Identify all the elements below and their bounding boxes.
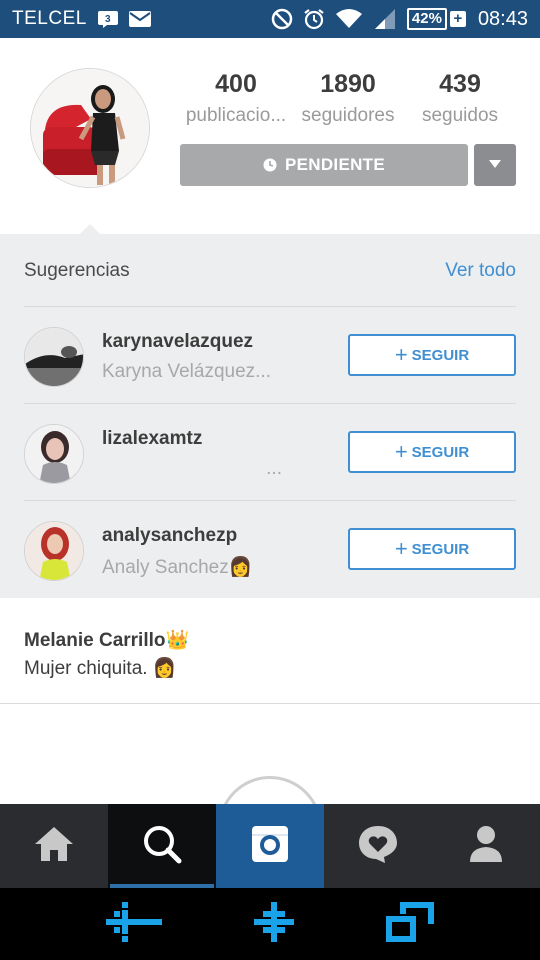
- system-navigation-bar: [0, 888, 540, 960]
- bio-name: Melanie Carrillo👑: [24, 630, 190, 651]
- stat-following-label: seguidos: [421, 105, 499, 126]
- alarm-icon: [303, 8, 325, 30]
- tab-activity[interactable]: [324, 804, 432, 888]
- stat-followers-count: 1890: [320, 70, 376, 98]
- status-bar: TELCEL 3 42% + 08:43: [0, 0, 540, 38]
- suggestion-fullname: ...: [266, 458, 282, 479]
- plus-icon: +: [394, 536, 408, 561]
- stat-posts-count: 400: [215, 70, 257, 98]
- stat-following[interactable]: 439 seguidos: [404, 70, 516, 127]
- tab-search[interactable]: [108, 804, 216, 888]
- follow-button[interactable]: + SEGUIR: [348, 528, 516, 570]
- profile-header: 400 publicacio... 1890 seguidores 439 se…: [0, 38, 540, 234]
- charging-icon: +: [449, 11, 466, 27]
- bio-text: Mujer chiquita. 👩: [24, 658, 177, 679]
- suggestion-avatar[interactable]: [24, 424, 84, 484]
- suggestions-panel: Sugerencias Ver todo karynavelazquez Kar…: [0, 224, 540, 598]
- tab-camera[interactable]: [216, 804, 324, 888]
- svg-text:3: 3: [105, 14, 111, 25]
- back-button[interactable]: [106, 901, 162, 947]
- stat-posts[interactable]: 400 publicacio...: [180, 70, 292, 127]
- suggestion-row[interactable]: analysanchezp Analy Sanchez👩 + SEGUIR: [24, 500, 516, 597]
- profile-avatar[interactable]: [30, 68, 150, 188]
- stat-followers-label: seguidores: [301, 105, 395, 126]
- suggestion-fullname: Analy Sanchez👩: [102, 557, 253, 578]
- camera-icon: [250, 824, 290, 869]
- follow-button[interactable]: + SEGUIR: [348, 431, 516, 473]
- profile-stats: 400 publicacio... 1890 seguidores 439 se…: [180, 70, 516, 127]
- activity-icon: [357, 824, 399, 869]
- recents-icon: [386, 901, 434, 947]
- suggestion-username[interactable]: analysanchezp: [102, 525, 237, 547]
- profile-icon: [468, 824, 504, 869]
- clock: 08:43: [477, 7, 528, 30]
- suggestion-row[interactable]: karynavelazquez Karyna Velázquez... + SE…: [24, 306, 516, 403]
- follow-label: SEGUIR: [411, 443, 470, 461]
- battery-level: 42%: [406, 8, 447, 30]
- tab-home[interactable]: [0, 804, 108, 888]
- search-icon: [141, 823, 183, 870]
- profile-bio: Melanie Carrillo👑 Mujer chiquita. 👩: [0, 598, 540, 704]
- suggestion-fullname: Karyna Velázquez...: [102, 361, 271, 382]
- signal-icon: [373, 8, 397, 30]
- stat-followers[interactable]: 1890 seguidores: [292, 70, 404, 127]
- stat-following-count: 439: [439, 70, 481, 98]
- suggestions-pointer: [80, 224, 100, 234]
- pending-button[interactable]: PENDIENTE: [180, 144, 468, 186]
- home-nav-button[interactable]: [254, 901, 294, 947]
- notification-icon: 3: [97, 10, 119, 28]
- plus-icon: +: [394, 439, 408, 464]
- bottom-tab-bar: [0, 804, 540, 888]
- home-icon: [33, 825, 75, 868]
- clock-icon: [263, 158, 277, 172]
- mail-icon: [128, 11, 151, 27]
- pending-label: PENDIENTE: [285, 155, 385, 174]
- home-nav-icon: [254, 901, 294, 947]
- back-icon: [106, 901, 162, 947]
- wifi-icon: [335, 8, 363, 30]
- suggestion-username[interactable]: lizalexamtz: [102, 428, 202, 450]
- tab-profile[interactable]: [432, 804, 540, 888]
- chevron-down-icon: [488, 156, 502, 174]
- suggestion-username[interactable]: karynavelazquez: [102, 331, 253, 353]
- profile-photo: [31, 69, 149, 187]
- plus-icon: +: [394, 342, 408, 367]
- recents-button[interactable]: [386, 901, 434, 947]
- options-dropdown-button[interactable]: [474, 144, 516, 186]
- carrier-name: TELCEL: [12, 8, 87, 29]
- stat-posts-label: publicacio...: [185, 105, 287, 126]
- suggestion-row[interactable]: lizalexamtz ... + SEGUIR: [24, 403, 516, 500]
- follow-label: SEGUIR: [411, 346, 470, 364]
- battery-icon: 42% +: [406, 8, 466, 30]
- suggestions-title: Sugerencias: [24, 260, 130, 281]
- suggestion-avatar[interactable]: [24, 327, 84, 387]
- no-disturb-icon: [271, 8, 293, 30]
- follow-label: SEGUIR: [411, 540, 470, 558]
- see-all-link[interactable]: Ver todo: [445, 260, 516, 282]
- suggestion-avatar[interactable]: [24, 521, 84, 581]
- follow-button[interactable]: + SEGUIR: [348, 334, 516, 376]
